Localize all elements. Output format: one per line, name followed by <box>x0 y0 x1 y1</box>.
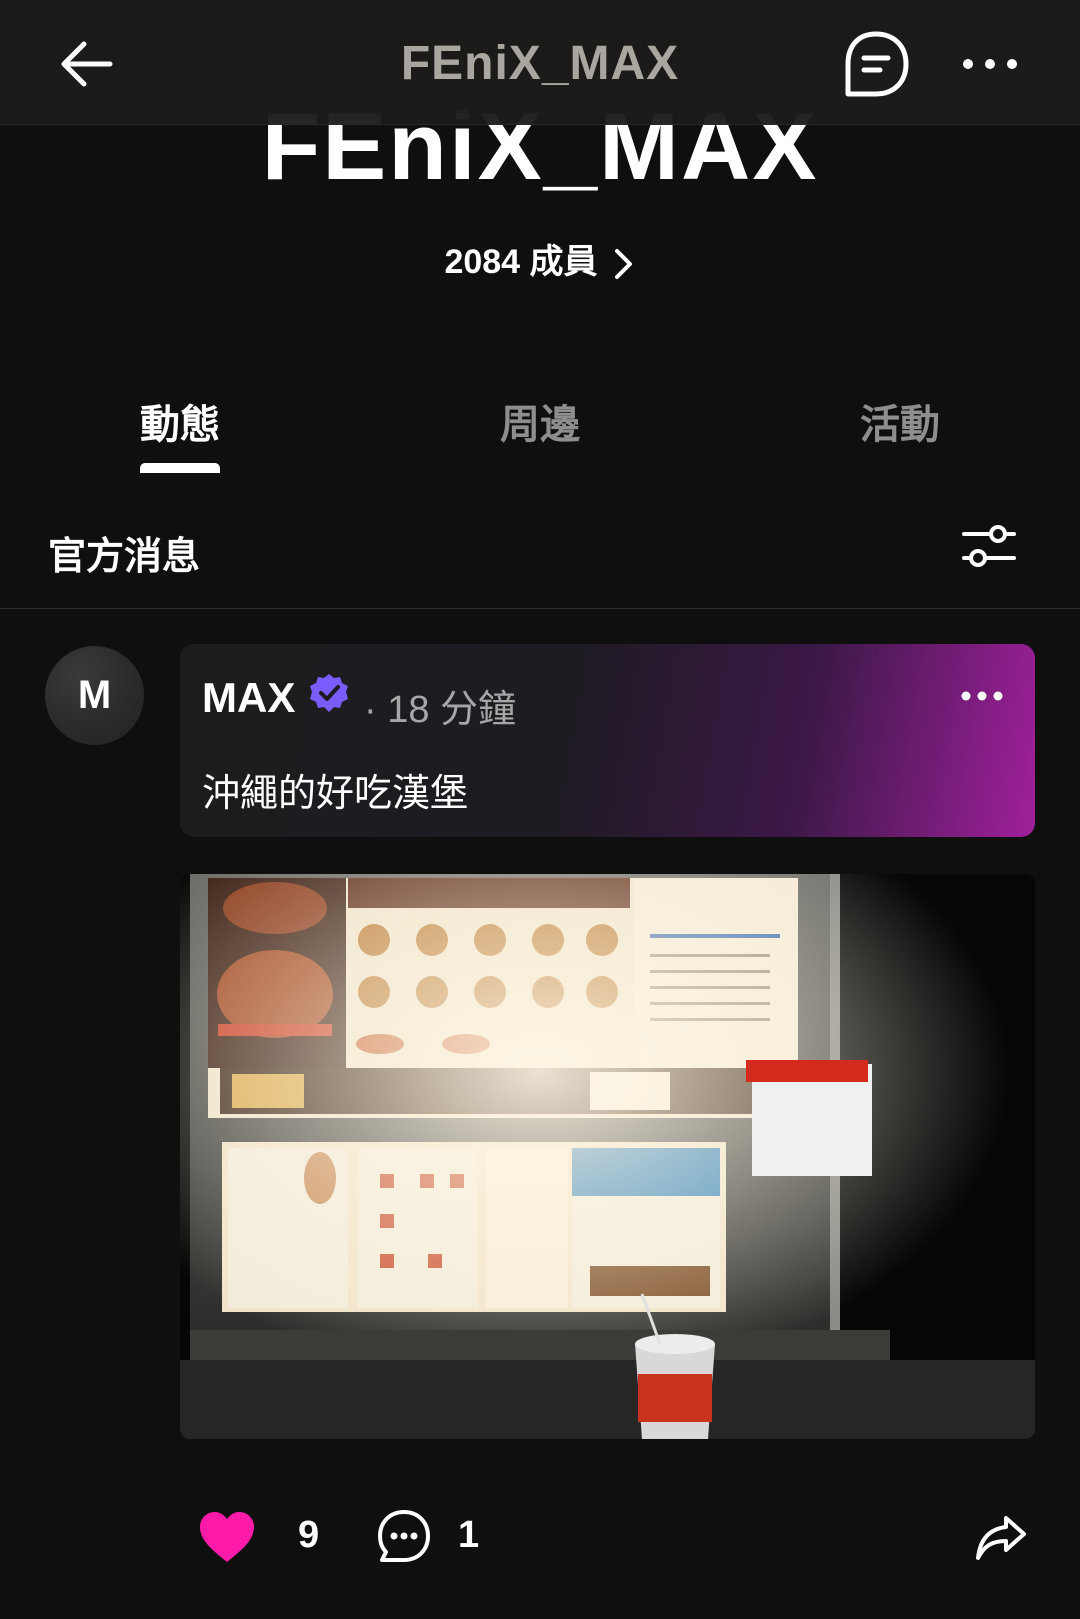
filter-icon[interactable] <box>962 522 1016 570</box>
divider <box>0 608 1080 609</box>
menu-board-image <box>180 874 1035 1439</box>
post-text: 沖繩的好吃漢堡 <box>202 773 469 815</box>
like-count: 9 <box>298 1514 320 1556</box>
tab-bar: 動態 周邊 活動 <box>0 392 1080 472</box>
chat-icon[interactable] <box>840 28 912 100</box>
member-count-link[interactable]: 2084 成員 <box>0 234 1080 283</box>
active-tab-indicator <box>140 463 220 473</box>
top-bar: FEniX_MAX <box>0 0 1080 125</box>
avatar[interactable]: M <box>45 646 144 745</box>
post-actions: 9 1 <box>0 1500 1080 1580</box>
post-photo[interactable] <box>180 874 1035 1439</box>
more-icon[interactable] <box>960 688 1004 704</box>
heart-icon[interactable] <box>198 1510 256 1564</box>
post-card[interactable]: MAX · 18 分鐘 沖繩的好吃漢堡 <box>180 644 1035 837</box>
page-title: FEniX_MAX <box>400 37 680 90</box>
verified-icon <box>310 674 348 712</box>
chevron-right-icon <box>614 249 632 280</box>
share-icon[interactable] <box>974 1514 1028 1562</box>
section-title: 官方消息 <box>48 536 201 578</box>
post-author[interactable]: MAX <box>202 674 295 722</box>
more-icon[interactable] <box>958 40 1022 88</box>
comment-icon[interactable] <box>376 1508 432 1564</box>
post-time: · 18 分鐘 <box>364 689 517 731</box>
tab-feed[interactable]: 動態 <box>80 392 280 450</box>
tab-events[interactable]: 活動 <box>800 392 1000 450</box>
comment-count: 1 <box>458 1514 480 1556</box>
member-count: 2084 成員 <box>444 243 598 281</box>
tab-merch[interactable]: 周邊 <box>440 392 640 450</box>
